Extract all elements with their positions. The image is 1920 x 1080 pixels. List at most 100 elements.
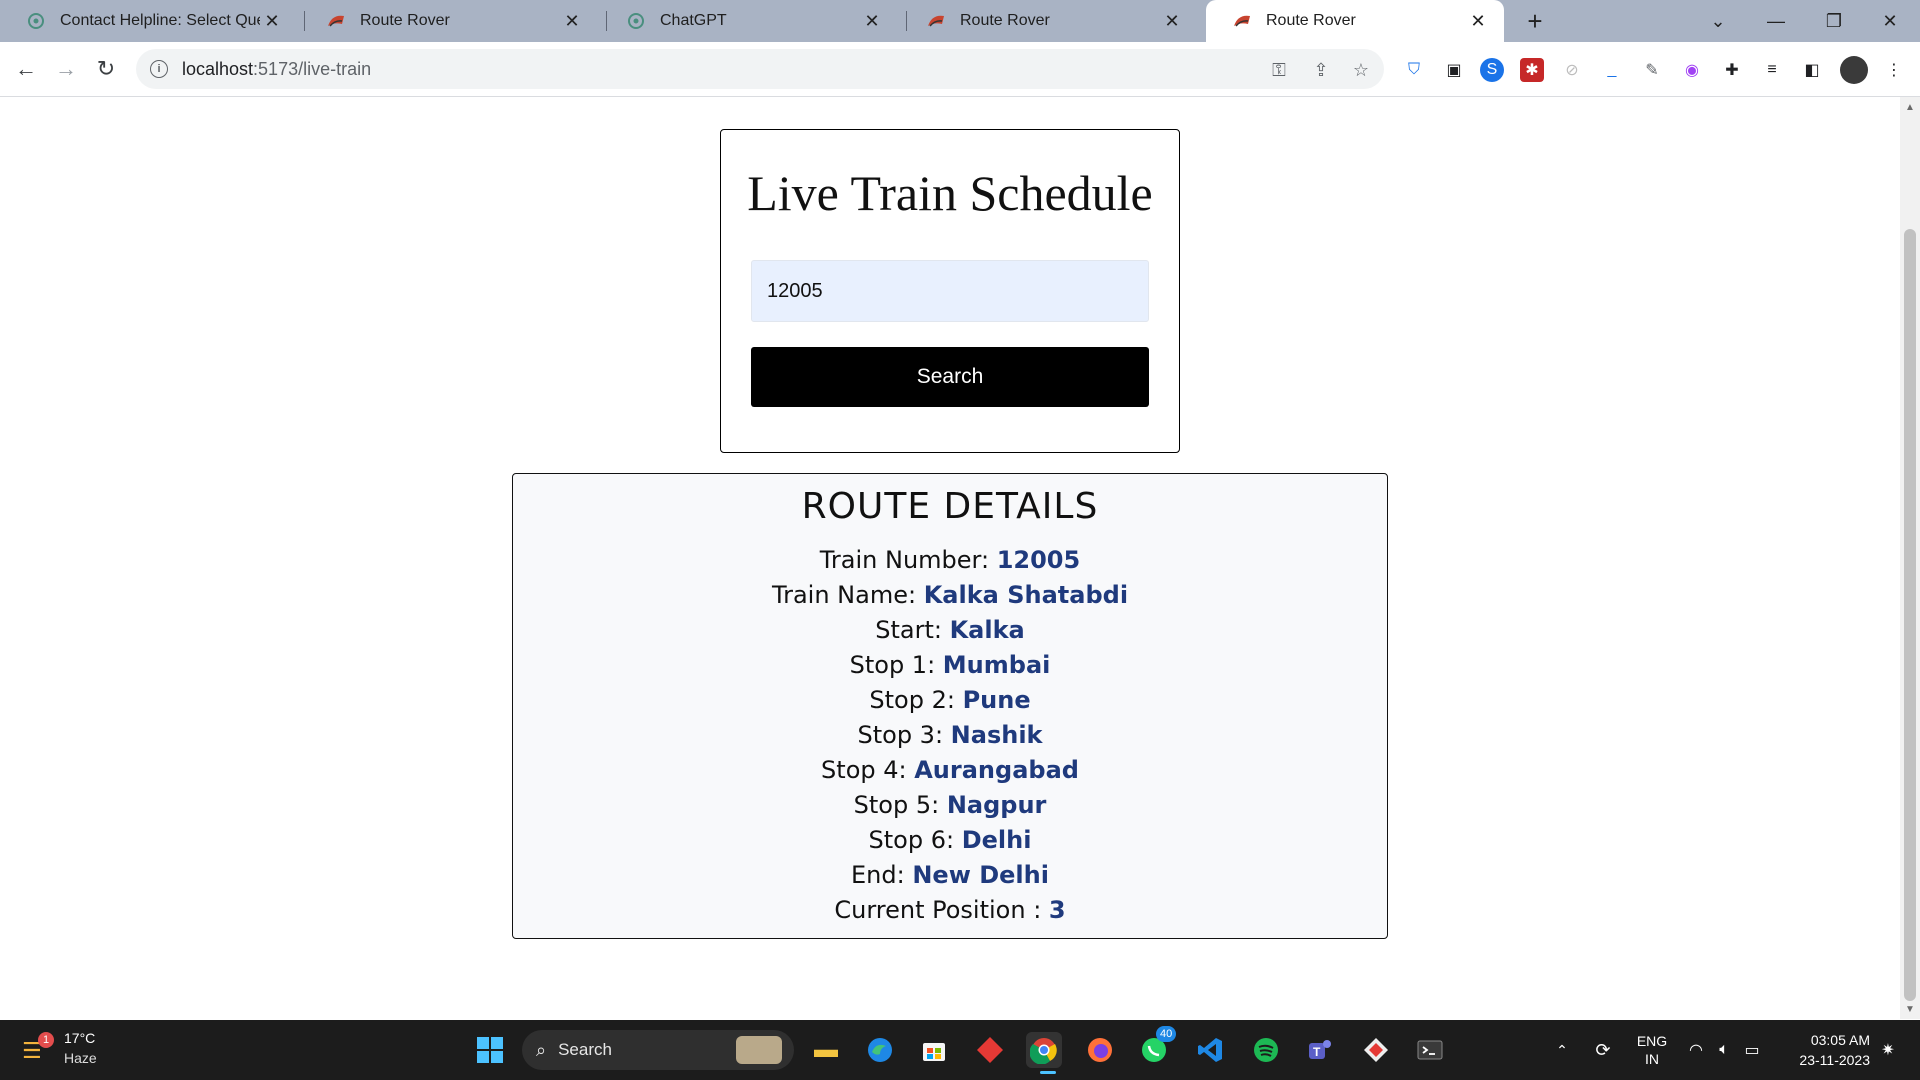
detail-value: Mumbai <box>942 651 1051 679</box>
tab-route-rover-1[interactable]: Route Rover ✕ <box>300 0 598 42</box>
tab-contact-helpline[interactable]: Contact Helpline: Select Query ✕ <box>0 0 298 42</box>
minimize-button[interactable]: — <box>1748 0 1804 42</box>
tab-title: Route Rover <box>360 12 450 29</box>
tab-chatgpt[interactable]: ChatGPT ✕ <box>600 0 898 42</box>
close-icon[interactable]: ✕ <box>1466 9 1490 33</box>
detail-stop-3: Stop 3: Nashik <box>513 718 1387 753</box>
tab-route-rover-2[interactable]: Route Rover ✕ <box>900 0 1198 42</box>
scroll-down-icon[interactable]: ▼ <box>1900 1001 1920 1017</box>
firefox-icon[interactable] <box>1082 1032 1118 1068</box>
detail-stop-6: Stop 6: Delhi <box>513 823 1387 858</box>
wifi-icon[interactable]: ◠ <box>1684 1020 1708 1080</box>
chatgpt-icon <box>626 11 646 31</box>
detail-label: Train Name: <box>771 581 924 609</box>
close-icon[interactable]: ✕ <box>560 9 584 33</box>
detail-value: Aurangabad <box>914 756 1079 784</box>
terminal-icon[interactable] <box>1412 1032 1448 1068</box>
extensions-puzzle-icon[interactable]: ✚ <box>1720 58 1744 82</box>
browser-toolbar: ← → ↻ i localhost:5173/live-train ⚿ ⇪ ☆ … <box>0 42 1920 97</box>
close-icon[interactable]: ✕ <box>860 9 884 33</box>
whatsapp-icon[interactable]: 40 <box>1136 1026 1177 1068</box>
detail-label: Stop 6: <box>868 826 962 854</box>
detail-label: Train Number: <box>819 546 997 574</box>
teams-icon[interactable]: T <box>1302 1032 1338 1068</box>
restore-button[interactable]: ❐ <box>1806 0 1862 42</box>
profile-avatar[interactable] <box>1840 56 1868 84</box>
address-bar[interactable]: i localhost:5173/live-train ⚿ ⇪ ☆ <box>136 49 1384 89</box>
detail-value: Nashik <box>950 721 1043 749</box>
train-icon <box>1232 11 1252 31</box>
clock-date: 23-11-2023 <box>1799 1052 1870 1068</box>
taskbar-search-box[interactable]: ⌕ Search <box>522 1030 794 1070</box>
side-panel-icon[interactable]: ◧ <box>1800 58 1824 82</box>
search-button[interactable]: Search <box>751 347 1149 407</box>
page-title: Live Train Schedule <box>747 165 1153 221</box>
extension-red-icon[interactable]: ✱ <box>1520 58 1544 82</box>
reading-list-icon[interactable]: ≡ <box>1760 58 1784 82</box>
detail-train-name: Train Name: Kalka Shatabdi <box>513 578 1387 613</box>
edge-browser-icon[interactable] <box>862 1032 898 1068</box>
vscode-icon[interactable] <box>1192 1032 1228 1068</box>
scroll-up-icon[interactable]: ▲ <box>1900 99 1920 115</box>
microsoft-store-icon[interactable] <box>916 1032 952 1068</box>
tab-route-rover-active[interactable]: Route Rover ✕ <box>1206 0 1504 42</box>
extension-blue-icon[interactable]: S <box>1480 58 1504 82</box>
language-indicator[interactable]: ENG IN <box>1630 1020 1674 1080</box>
scrollbar-thumb[interactable] <box>1904 229 1916 1001</box>
weather-widget[interactable]: ☰ 1 17°C Haze <box>20 1028 110 1072</box>
detail-end: End: New Delhi <box>513 858 1387 893</box>
chrome-icon[interactable] <box>1026 1032 1062 1068</box>
windows-start-icon[interactable] <box>472 1032 508 1068</box>
share-icon[interactable]: ⇪ <box>1310 59 1332 81</box>
detail-label: Stop 4: <box>821 756 915 784</box>
new-tab-button[interactable]: + <box>1520 6 1550 36</box>
sync-icon[interactable]: ⟳ <box>1590 1020 1616 1080</box>
detail-label: Stop 3: <box>857 721 951 749</box>
train-icon <box>926 11 946 31</box>
page-scrollbar[interactable]: ▲ ▼ <box>1900 97 1920 1019</box>
bookmark-star-icon[interactable]: ☆ <box>1350 59 1372 81</box>
shield-extension-icon[interactable]: ⛉ <box>1402 58 1426 82</box>
spotify-icon[interactable] <box>1248 1032 1284 1068</box>
extension-compass-icon[interactable]: ⊘ <box>1560 58 1584 82</box>
reload-button[interactable]: ↻ <box>88 51 124 87</box>
clock[interactable]: 03:05 AM 23-11-2023 <box>1780 1030 1870 1070</box>
weather-condition: Haze <box>64 1050 97 1066</box>
tab-search-chevron-icon[interactable]: ⌄ <box>1690 0 1746 42</box>
detail-value: New Delhi <box>912 861 1049 889</box>
train-number-input[interactable] <box>751 260 1149 322</box>
picture-in-picture-icon[interactable]: ▣ <box>1442 58 1466 82</box>
git-tool-icon[interactable] <box>1358 1032 1394 1068</box>
tab-strip: Contact Helpline: Select Query ✕ Route R… <box>0 0 1920 42</box>
search-card: Live Train Schedule Search <box>720 129 1180 453</box>
close-icon[interactable]: ✕ <box>1160 9 1184 33</box>
diamond-app-icon[interactable] <box>972 1032 1008 1068</box>
volume-icon[interactable]: 🔈︎ <box>1712 1020 1736 1080</box>
detail-value: Kalka Shatabdi <box>923 581 1129 609</box>
forward-button[interactable]: → <box>48 51 84 87</box>
close-window-button[interactable]: ✕ <box>1862 0 1918 42</box>
browser-menu-icon[interactable]: ⋮ <box>1882 58 1906 82</box>
tab-title: Route Rover <box>960 12 1050 29</box>
battery-icon[interactable]: ▭ <box>1740 1020 1764 1080</box>
site-info-icon[interactable]: i <box>150 60 168 78</box>
extension-broadcast-icon[interactable]: ◉ <box>1680 58 1704 82</box>
extension-underscore-icon[interactable]: _ <box>1600 58 1624 82</box>
detail-label: Current Position : <box>834 896 1049 924</box>
file-explorer-icon[interactable]: ▬ <box>808 1032 844 1068</box>
notification-icon[interactable]: ✷ <box>1876 1020 1900 1080</box>
detail-value: Pune <box>962 686 1031 714</box>
eyedropper-icon[interactable]: ✎ <box>1640 58 1664 82</box>
key-icon[interactable]: ⚿ <box>1268 59 1290 81</box>
detail-start: Start: Kalka <box>513 613 1387 648</box>
back-button[interactable]: ← <box>8 51 44 87</box>
search-icon: ⌕ <box>536 1039 547 1060</box>
url-text: localhost:5173/live-train <box>182 59 371 80</box>
page-content: Live Train Schedule Search ROUTE DETAILS… <box>0 97 1900 1019</box>
show-hidden-icons-chevron-icon[interactable]: ⌃ <box>1550 1020 1574 1080</box>
detail-current-position: Current Position : 3 <box>513 893 1387 928</box>
language-code: ENG <box>1636 1033 1668 1049</box>
close-icon[interactable]: ✕ <box>260 9 284 33</box>
url-path: :5173/live-train <box>253 58 372 79</box>
active-app-indicator <box>1040 1071 1056 1074</box>
